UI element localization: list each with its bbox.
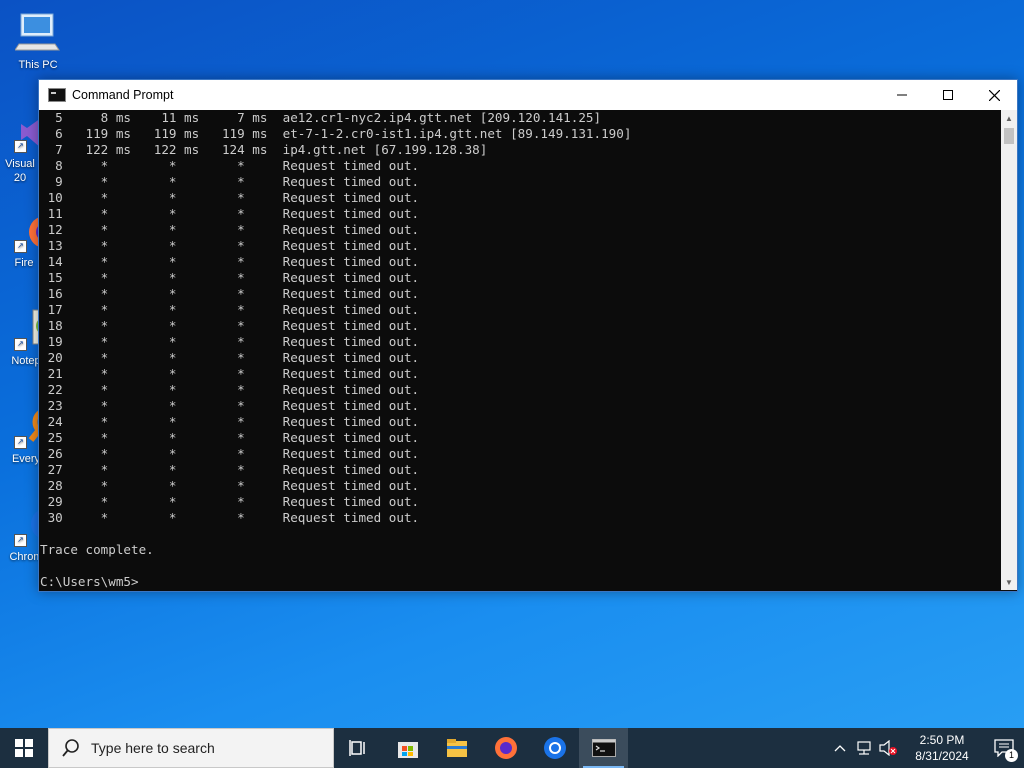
show-hidden-icons-button[interactable]: [828, 728, 852, 768]
chevron-up-icon: [834, 745, 846, 752]
scrollbar-thumb[interactable]: [1004, 128, 1014, 144]
console-text: 5 8 ms 11 ms 7 ms ae12.cr1-nyc2.ip4.gtt.…: [40, 110, 632, 589]
taskbar-store-button[interactable]: [383, 728, 432, 768]
volume-muted-icon: [879, 740, 897, 756]
taskbar-file-explorer-button[interactable]: [432, 728, 481, 768]
action-center-button[interactable]: 1: [984, 728, 1024, 768]
vertical-scrollbar[interactable]: ▲ ▼: [1001, 110, 1017, 590]
microsoft-store-icon: [397, 742, 418, 758]
console-output[interactable]: 5 8 ms 11 ms 7 ms ae12.cr1-nyc2.ip4.gtt.…: [39, 110, 1001, 590]
notification-badge: 1: [1005, 749, 1018, 762]
volume-button[interactable]: [876, 728, 900, 768]
computer-icon: [14, 13, 60, 51]
close-icon: [988, 89, 1000, 101]
system-tray: 2:50 PM 8/31/2024 1: [828, 728, 1024, 768]
clock-date: 8/31/2024: [915, 749, 969, 763]
search-box[interactable]: Type here to search: [48, 728, 334, 768]
taskbar-firefox-button[interactable]: [481, 728, 530, 768]
search-icon: [62, 739, 79, 757]
network-icon: [857, 741, 871, 755]
search-placeholder: Type here to search: [91, 740, 215, 756]
taskbar: Type here to search 2:50 PM 8/31/2024 1: [0, 728, 1024, 768]
chrome-icon: [543, 737, 566, 759]
clock-time: 2:50 PM: [919, 733, 965, 747]
close-button[interactable]: [971, 80, 1017, 110]
command-prompt-icon: [48, 88, 66, 102]
taskbar-chrome-button[interactable]: [530, 728, 579, 768]
command-prompt-icon: [591, 739, 616, 757]
maximize-button[interactable]: [925, 80, 971, 110]
maximize-icon: [943, 90, 953, 100]
shortcut-arrow-icon: ↗: [14, 534, 27, 547]
file-explorer-icon: [446, 739, 467, 757]
shortcut-arrow-icon: ↗: [14, 436, 27, 449]
shortcut-arrow-icon: ↗: [14, 140, 27, 153]
command-prompt-window[interactable]: Command Prompt 5 8 ms 11 ms 7 ms ae12.cr…: [38, 79, 1018, 592]
clock[interactable]: 2:50 PM 8/31/2024: [900, 732, 984, 764]
windows-logo-icon: [15, 739, 33, 757]
window-title: Command Prompt: [72, 88, 174, 102]
firefox-icon: [494, 737, 517, 759]
task-view-icon: [348, 740, 365, 756]
shortcut-arrow-icon: ↗: [14, 338, 27, 351]
start-button[interactable]: [0, 728, 48, 768]
scroll-down-icon[interactable]: ▼: [1001, 574, 1017, 590]
minimize-button[interactable]: [879, 80, 925, 110]
desktop-icon-label: This PC: [18, 59, 58, 71]
taskbar-command-prompt-button[interactable]: [579, 728, 628, 768]
desktop-icon-this-pc[interactable]: This PC: [0, 8, 76, 71]
shortcut-arrow-icon: ↗: [14, 240, 27, 253]
network-button[interactable]: [852, 728, 876, 768]
task-view-button[interactable]: [334, 728, 383, 768]
minimize-icon: [897, 94, 907, 96]
window-titlebar[interactable]: Command Prompt: [39, 80, 1017, 110]
scroll-up-icon[interactable]: ▲: [1001, 110, 1017, 126]
